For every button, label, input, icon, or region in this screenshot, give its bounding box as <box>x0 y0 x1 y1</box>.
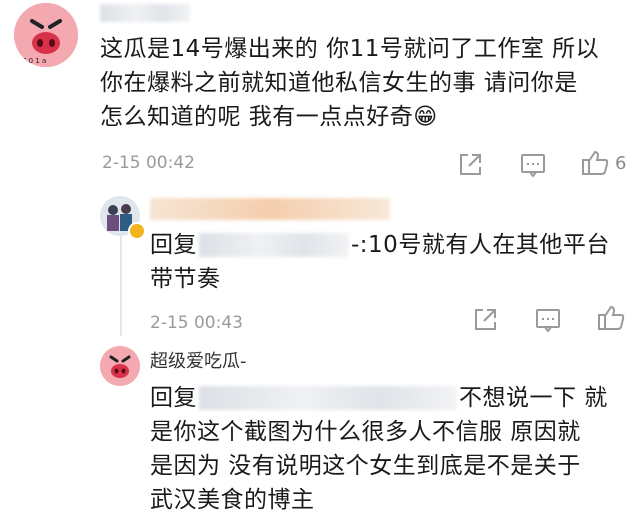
reply-line-4: 武汉美食的博主 <box>150 487 315 513</box>
comment-icon[interactable] <box>518 150 548 180</box>
like-count: 6 <box>615 153 627 174</box>
reply-text: 回复 -:10号就有人在其他平台 带节奏 <box>150 228 630 296</box>
mentioned-user-redacted[interactable] <box>199 386 457 410</box>
pig-avatar-icon <box>100 346 140 386</box>
thumbs-up-icon[interactable] <box>580 148 610 178</box>
comment-line: 这瓜是14号爆出来的 你11号就问了工作室 所以 <box>100 36 600 62</box>
reply-line-2: 是你这个截图为什么很多人不信服 原因就 <box>150 419 581 445</box>
replier-avatar[interactable] <box>100 346 140 386</box>
commenter-avatar[interactable]: 7 0 1 a <box>14 3 78 67</box>
svg-text:7 0 1 a: 7 0 1 a <box>22 57 46 65</box>
reply-prefix: 回复 <box>150 232 197 258</box>
comment-timestamp: 2-15 00:42 <box>102 153 195 173</box>
reply-text-tail: -:10号就有人在其他平台 <box>351 232 610 258</box>
share-icon[interactable] <box>455 150 485 180</box>
commenter-username-redacted[interactable] <box>100 4 190 22</box>
replier-username[interactable]: 超级爱吃瓜- <box>150 347 247 373</box>
comment-line: 怎么知道的呢 我有一点点好奇😁 <box>100 104 438 130</box>
reply-line-2: 带节奏 <box>150 266 221 292</box>
reply-timestamp: 2-15 00:43 <box>150 313 243 333</box>
pig-avatar-icon: 7 0 1 a <box>14 3 78 67</box>
verified-badge-icon <box>128 222 146 240</box>
reply-text-tail: 不想说一下 就 <box>459 385 608 411</box>
share-icon[interactable] <box>470 305 500 335</box>
mentioned-user-redacted[interactable] <box>199 233 349 257</box>
reply-text: 回复 不想说一下 就 是你这个截图为什么很多人不信服 原因就 是因为 没有说明这… <box>150 381 635 517</box>
reply-line-3: 是因为 没有说明这个女生到底是不是关于 <box>150 453 581 479</box>
reply-thread-line <box>120 236 122 336</box>
comment-text: 这瓜是14号爆出来的 你11号就问了工作室 所以 你在爆料之前就知道他私信女生的… <box>100 32 630 134</box>
comment-line: 你在爆料之前就知道他私信女生的事 请问你是 <box>100 70 578 96</box>
replier-username-redacted[interactable] <box>150 198 390 220</box>
reply-prefix: 回复 <box>150 385 197 411</box>
thumbs-up-icon[interactable] <box>596 303 626 333</box>
comment-icon[interactable] <box>533 305 563 335</box>
